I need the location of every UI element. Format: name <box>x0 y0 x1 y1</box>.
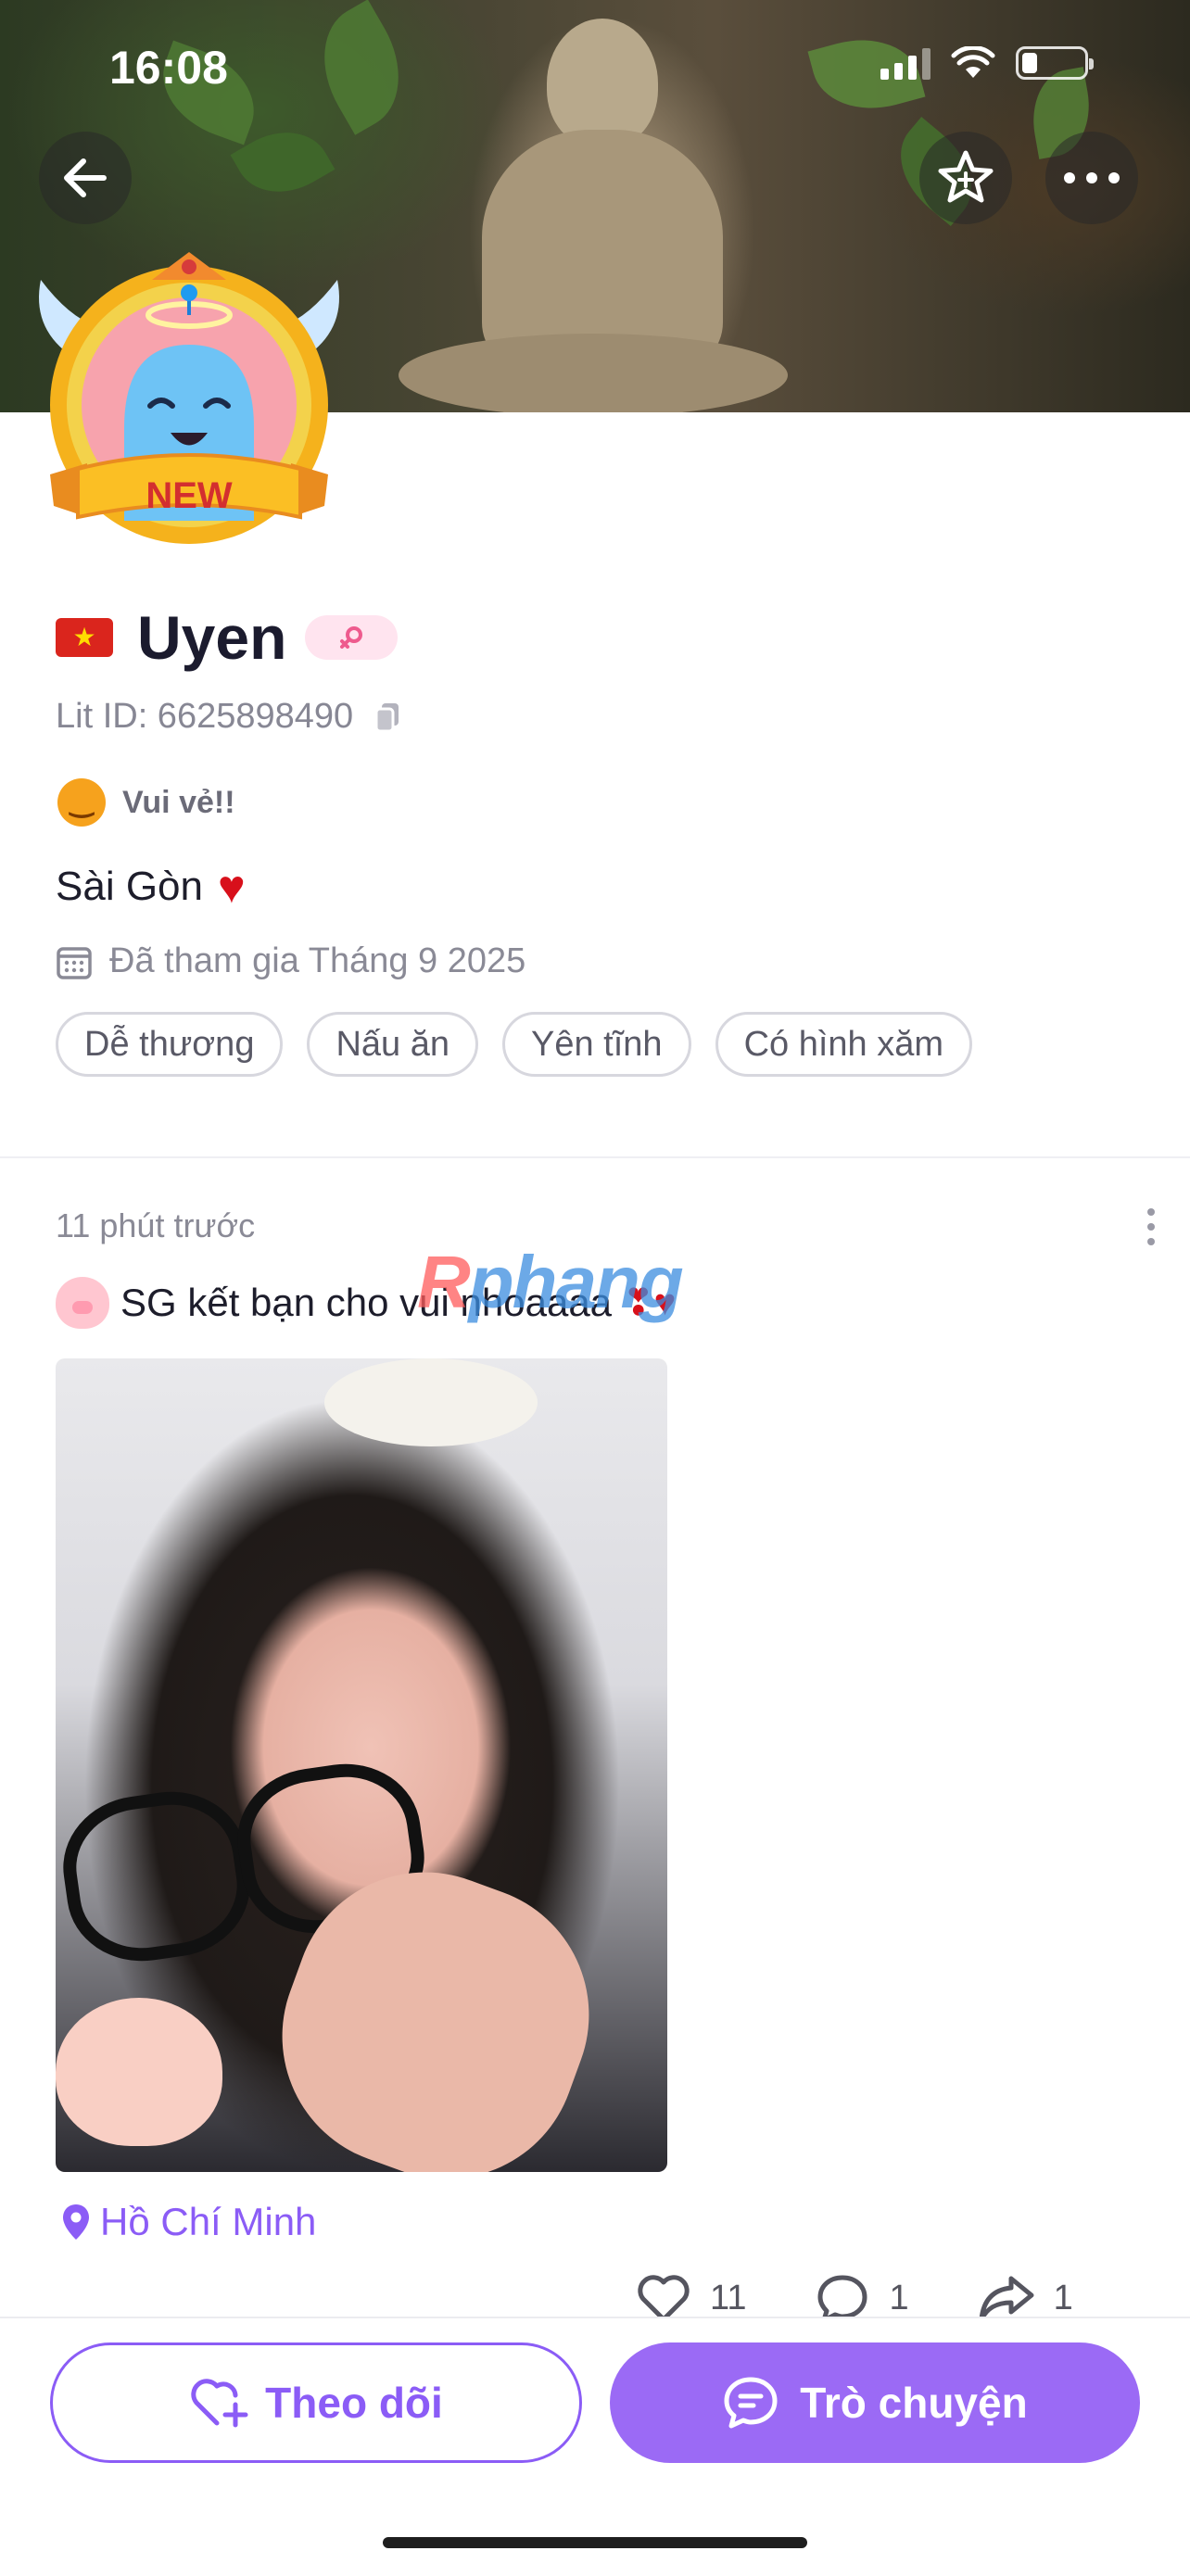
calendar-icon <box>57 946 92 979</box>
post-more-icon[interactable] <box>1147 1208 1155 1245</box>
heart-sticker <box>56 1998 222 2146</box>
interest-tag[interactable]: Nấu ăn <box>307 1012 478 1077</box>
arrow-left-icon <box>64 158 107 197</box>
star-plus-icon <box>938 150 994 203</box>
share-count: 1 <box>1053 2278 1073 2317</box>
home-indicator[interactable] <box>383 2537 807 2548</box>
follow-label: Theo dõi <box>265 2379 443 2427</box>
profile-name: Uyen <box>137 603 287 672</box>
interest-tag[interactable]: Dễ thương <box>56 1012 284 1077</box>
profile-name-row: Uyen <box>56 602 399 673</box>
joined-text: Đã tham gia Tháng 9 2025 <box>109 941 526 980</box>
joined-date-row: Đã tham gia Tháng 9 2025 <box>56 941 525 981</box>
vietnam-flag-icon <box>56 618 113 657</box>
chat-button[interactable]: Trò chuyện <box>610 2342 1140 2463</box>
heart-plus-icon <box>191 2379 248 2428</box>
heart-emoji-icon: ♥ <box>217 861 246 913</box>
mood-status: Vui vẻ!! <box>57 778 235 827</box>
post-location-text: Hồ Chí Minh <box>100 2200 317 2243</box>
battery-icon <box>1016 46 1094 80</box>
interest-tags: Dễ thương Nấu ăn Yên tĩnh Có hình xăm <box>56 1012 973 1077</box>
section-divider <box>0 1156 1190 1158</box>
interest-tag[interactable]: Có hình xăm <box>715 1012 973 1077</box>
location-pin-icon <box>63 2204 89 2240</box>
mood-text: Vui vẻ!! <box>122 784 235 820</box>
chat-label: Trò chuyện <box>800 2379 1028 2427</box>
bio-text: Sài Gòn <box>56 864 203 909</box>
back-button[interactable] <box>39 132 132 224</box>
new-user-badge: NEW <box>32 243 347 573</box>
more-horizontal-icon <box>1064 172 1120 183</box>
watermark: Rphang <box>417 1241 684 1323</box>
laughing-emoji-icon <box>57 778 106 827</box>
profile-bio: Sài Gòn ♥ <box>56 860 246 914</box>
more-button[interactable] <box>1045 132 1138 224</box>
wifi-icon <box>951 46 995 78</box>
post-photo[interactable] <box>56 1358 667 2172</box>
favorite-button[interactable] <box>919 132 1012 224</box>
like-count: 11 <box>710 2278 747 2317</box>
share-icon <box>979 2276 1034 2322</box>
lit-id-row: Lit ID: 6625898490 <box>56 697 401 737</box>
interest-tag[interactable]: Yên tĩnh <box>502 1012 691 1077</box>
cellular-signal-icon <box>880 48 930 80</box>
pig-emoji-icon <box>56 1277 109 1329</box>
gender-badge <box>305 615 399 660</box>
status-time: 16:08 <box>109 42 228 94</box>
post-timestamp: 11 phút trước <box>56 1206 256 1244</box>
chat-bubble-icon <box>724 2377 778 2429</box>
comment-count: 1 <box>889 2278 909 2317</box>
status-bar: 16:08 <box>0 0 1190 130</box>
lit-id-text: Lit ID: 6625898490 <box>56 697 354 736</box>
badge-label: NEW <box>146 475 233 516</box>
heart-outline-icon <box>638 2275 690 2322</box>
female-icon <box>340 626 363 649</box>
copy-icon[interactable] <box>373 701 401 733</box>
follow-button[interactable]: Theo dõi <box>50 2342 582 2463</box>
post-location[interactable]: Hồ Chí Minh <box>61 2200 316 2244</box>
